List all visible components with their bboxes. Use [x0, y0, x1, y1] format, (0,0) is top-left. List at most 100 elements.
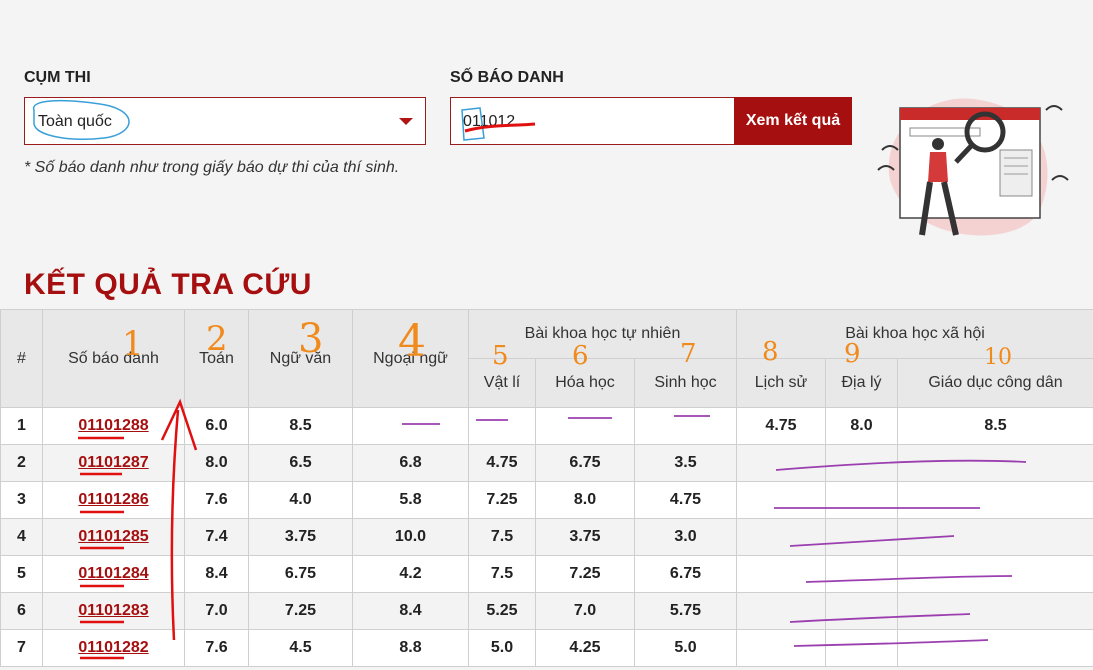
cluster-label: CỤM THI [24, 69, 91, 86]
cell-civics [896, 592, 1093, 630]
table-row: 4 01101285 7.4 3.75 10.0 7.5 3.75 3.0 [0, 518, 1093, 556]
header-geography: Địa lý [825, 358, 898, 408]
header-foreign-language: Ngoại ngữ [352, 309, 469, 408]
cluster-select-value: Toàn quốc [38, 113, 112, 130]
cell-geography: 8.0 [825, 407, 898, 445]
cell-foreign-language: 8.4 [352, 592, 469, 630]
cell-biology: 5.0 [634, 629, 737, 667]
cell-literature: 7.25 [248, 592, 353, 630]
cell-index: 1 [0, 407, 43, 445]
cell-index: 7 [0, 629, 43, 667]
cell-math: 7.6 [184, 481, 249, 519]
id-input-value: 011012 [463, 113, 516, 130]
page: CỤM THI Toàn quốc SỐ BÁO DANH 011012 Xem… [0, 0, 1093, 670]
cell-literature: 4.0 [248, 481, 353, 519]
cell-chemistry: 6.75 [535, 444, 635, 482]
cell-geography [825, 629, 898, 667]
cell-foreign-language: 8.8 [352, 629, 469, 667]
header-civics: Giáo dục công dân [896, 358, 1093, 408]
cell-geography [825, 555, 898, 593]
cell-biology [634, 407, 737, 445]
view-result-button[interactable]: Xem kết quả [734, 97, 852, 145]
cell-physics [468, 407, 536, 445]
cell-literature: 3.75 [248, 518, 353, 556]
cell-physics: 5.0 [468, 629, 536, 667]
cell-literature: 4.5 [248, 629, 353, 667]
illustration-panel [999, 149, 1033, 197]
cell-history [736, 592, 826, 630]
cell-chemistry: 8.0 [535, 481, 635, 519]
cell-id-link[interactable]: 01101282 [42, 629, 185, 667]
cell-id-link[interactable]: 01101287 [42, 444, 185, 482]
cell-foreign-language: 6.8 [352, 444, 469, 482]
cell-chemistry: 4.25 [535, 629, 635, 667]
header-physics: Vật lí [468, 358, 536, 408]
cell-math: 8.4 [184, 555, 249, 593]
header-biology: Sinh học [634, 358, 737, 408]
cell-biology: 4.75 [634, 481, 737, 519]
header-chemistry: Hóa học [535, 358, 635, 408]
header-id: Số báo danh [42, 309, 185, 408]
cell-id-link[interactable]: 01101286 [42, 481, 185, 519]
cell-chemistry: 3.75 [535, 518, 635, 556]
table-row: 6 01101283 7.0 7.25 8.4 5.25 7.0 5.75 [0, 592, 1093, 630]
header-literature: Ngữ văn [248, 309, 353, 408]
cell-geography [825, 518, 898, 556]
cell-chemistry: 7.0 [535, 592, 635, 630]
cell-id-link[interactable]: 01101284 [42, 555, 185, 593]
cell-physics: 7.5 [468, 555, 536, 593]
cell-physics: 7.5 [468, 518, 536, 556]
cell-biology: 5.75 [634, 592, 737, 630]
cell-foreign-language: 5.8 [352, 481, 469, 519]
cell-geography [825, 481, 898, 519]
table-row: 7 01101282 7.6 4.5 8.8 5.0 4.25 5.0 [0, 629, 1093, 667]
cell-geography [825, 592, 898, 630]
table-row: 2 01101287 8.0 6.5 6.8 4.75 6.75 3.5 [0, 444, 1093, 482]
cell-math: 7.0 [184, 592, 249, 630]
cell-biology: 3.5 [634, 444, 737, 482]
cell-id-link[interactable]: 01101283 [42, 592, 185, 630]
cell-history [736, 481, 826, 519]
cell-physics: 7.25 [468, 481, 536, 519]
cell-geography [825, 444, 898, 482]
cell-civics [896, 518, 1093, 556]
cell-civics [896, 481, 1093, 519]
cell-index: 3 [0, 481, 43, 519]
cell-index: 4 [0, 518, 43, 556]
cell-physics: 4.75 [468, 444, 536, 482]
results-title: KẾT QUẢ TRA CỨU [24, 268, 312, 301]
cell-civics [896, 555, 1093, 593]
cell-history [736, 518, 826, 556]
cell-literature: 8.5 [248, 407, 353, 445]
cell-history: 4.75 [736, 407, 826, 445]
cell-id-link[interactable]: 01101288 [42, 407, 185, 445]
cell-id-link[interactable]: 01101285 [42, 518, 185, 556]
cell-foreign-language: 4.2 [352, 555, 469, 593]
person-head [932, 138, 944, 150]
id-input[interactable]: 011012 [450, 97, 736, 145]
chevron-down-icon [399, 118, 413, 125]
header-social-group: Bài khoa học xã hội [735, 309, 1093, 359]
cell-biology: 6.75 [634, 555, 737, 593]
cell-math: 8.0 [184, 444, 249, 482]
cell-chemistry [535, 407, 635, 445]
results-table: # Số báo danh Toán Ngữ văn Ngoại ngữ Bài… [0, 309, 1093, 667]
cell-history [736, 555, 826, 593]
header-history: Lịch sử [736, 358, 826, 408]
cell-math: 7.4 [184, 518, 249, 556]
id-hint: * Số báo danh như trong giấy báo dự thi … [24, 159, 400, 176]
cell-chemistry: 7.25 [535, 555, 635, 593]
cell-biology: 3.0 [634, 518, 737, 556]
table-row: 3 01101286 7.6 4.0 5.8 7.25 8.0 4.75 [0, 481, 1093, 519]
cluster-select[interactable]: Toàn quốc [24, 97, 426, 145]
table-row: 1 01101288 6.0 8.5 4.75 8.0 8.5 [0, 407, 1093, 445]
cell-math: 7.6 [184, 629, 249, 667]
cell-index: 2 [0, 444, 43, 482]
table-row: 5 01101284 8.4 6.75 4.2 7.5 7.25 6.75 [0, 555, 1093, 593]
cell-index: 6 [0, 592, 43, 630]
cell-civics [896, 444, 1093, 482]
cell-literature: 6.5 [248, 444, 353, 482]
cell-foreign-language: 10.0 [352, 518, 469, 556]
cell-literature: 6.75 [248, 555, 353, 593]
cell-history [736, 629, 826, 667]
